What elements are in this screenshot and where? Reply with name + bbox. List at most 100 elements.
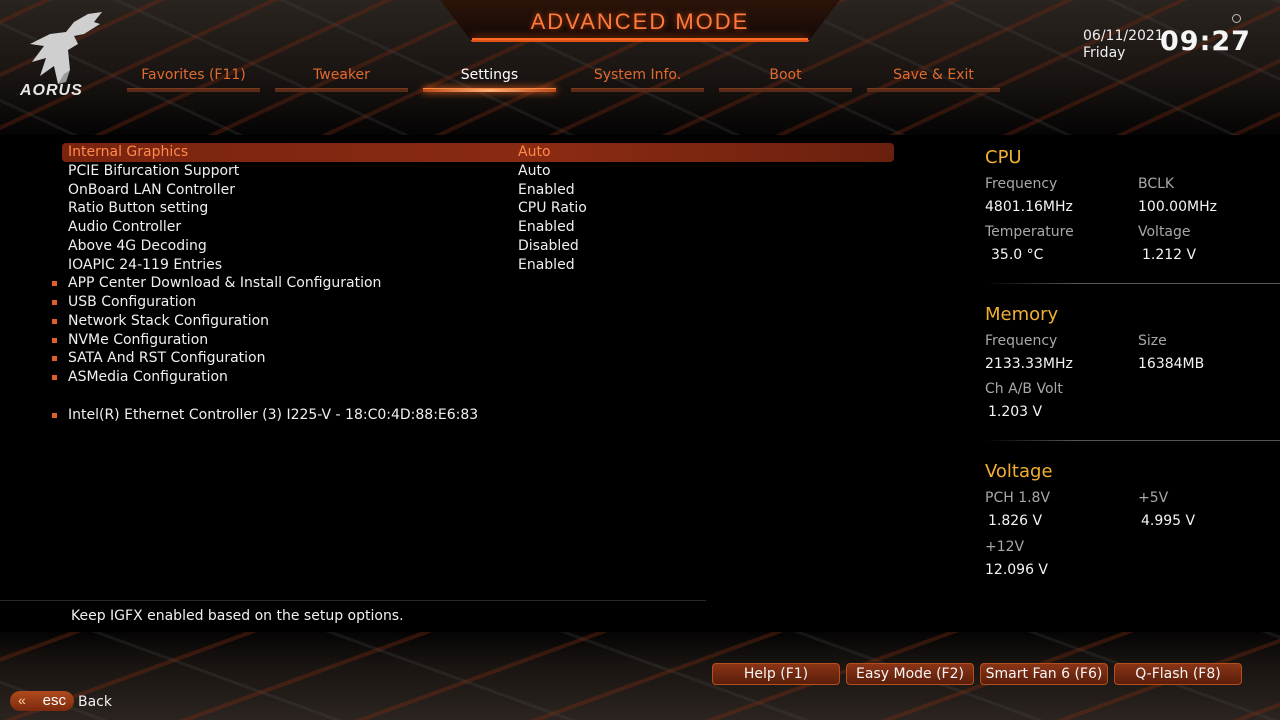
tab-save-exit[interactable]: Save & Exit [867, 64, 1000, 92]
tab-label: Save & Exit [893, 67, 974, 83]
setting-value[interactable]: Auto [518, 162, 551, 181]
submenu-label: APP Center Download & Install Configurat… [68, 275, 382, 292]
tab-tweaker[interactable]: Tweaker [275, 64, 408, 92]
tab-label: Boot [769, 67, 802, 83]
settings-list: Internal Graphics Auto PCIE Bifurcation … [52, 143, 894, 425]
submenu-network-stack[interactable]: Network Stack Configuration [52, 312, 894, 331]
cpu-voltage-value: 1.212 V [1142, 247, 1197, 263]
setting-onboard-lan[interactable]: OnBoard LAN Controller Enabled [62, 181, 894, 200]
submenu-label: NVMe Configuration [68, 331, 209, 348]
esc-label: esc [42, 692, 66, 709]
submenu-asmedia[interactable]: ASMedia Configuration [52, 368, 894, 387]
cpu-frequency-value: 4801.16MHz [985, 199, 1073, 215]
submenu-bullet-icon [52, 412, 57, 418]
setting-pcie-bifurcation[interactable]: PCIE Bifurcation Support Auto [62, 162, 894, 181]
time-display: 09:27 [1160, 26, 1251, 57]
cpu-title: CPU [985, 147, 1022, 168]
submenu-usb-configuration[interactable]: USB Configuration [52, 293, 894, 312]
smart-fan-button[interactable]: Smart Fan 6 (F6) [980, 663, 1108, 685]
submenu-bullet-icon [52, 318, 57, 324]
v12-value: 12.096 V [985, 562, 1049, 578]
setting-value[interactable]: CPU Ratio [518, 199, 587, 218]
cpu-temperature-value: 35.0 °C [991, 247, 1044, 263]
setting-above-4g-decoding[interactable]: Above 4G Decoding Disabled [62, 237, 894, 256]
tab-settings[interactable]: Settings [423, 64, 556, 92]
q-flash-button[interactable]: Q-Flash (F8) [1114, 663, 1242, 685]
cpu-panel: CPU Frequency BCLK 4801.16MHz 100.00MHz … [985, 147, 1280, 284]
cpu-frequency-label: Frequency [985, 176, 1058, 192]
page-title: ADVANCED MODE [530, 9, 750, 34]
v5-value: 4.995 V [1141, 513, 1196, 529]
cpu-bclk-value: 100.00MHz [1138, 199, 1217, 215]
tab-label: Favorites (F11) [141, 67, 246, 83]
tab-label: System Info. [593, 67, 682, 83]
setting-label: Above 4G Decoding [68, 237, 207, 254]
tab-label: Settings [460, 67, 519, 83]
submenu-sata-rst[interactable]: SATA And RST Configuration [52, 349, 894, 368]
back-label[interactable]: Back [78, 694, 112, 710]
memory-chab-value: 1.203 V [988, 404, 1043, 420]
tab-label: Tweaker [313, 67, 370, 83]
submenu-bullet-icon [52, 375, 57, 380]
voltage-title: Voltage [985, 461, 1053, 482]
submenu-label: USB Configuration [68, 294, 197, 310]
registered-mark-icon [1232, 14, 1241, 23]
pch-value: 1.826 V [988, 513, 1043, 529]
setting-audio-controller[interactable]: Audio Controller Enabled [62, 218, 894, 237]
submenu-label: SATA And RST Configuration [68, 350, 266, 367]
setting-internal-graphics[interactable]: Internal Graphics Auto [62, 143, 894, 162]
date-text: 06/11/2021 [1083, 28, 1164, 44]
setting-value[interactable]: Enabled [518, 256, 575, 275]
tab-favorites[interactable]: Favorites (F11) [127, 64, 260, 92]
setting-label: IOAPIC 24-119 Entries [68, 256, 223, 273]
setting-value[interactable]: Enabled [518, 181, 575, 200]
setting-label: Internal Graphics [68, 144, 189, 160]
setting-label: Ratio Button setting [68, 200, 209, 217]
panel-divider [985, 440, 1280, 441]
memory-title: Memory [985, 304, 1059, 325]
memory-panel: Memory Frequency Size 2133.33MHz 16384MB… [985, 304, 1280, 441]
memory-size-label: Size [1138, 333, 1167, 349]
submenu-bullet-icon [52, 281, 57, 287]
double-chevron-left-icon: « [18, 692, 26, 708]
submenu-app-center[interactable]: APP Center Download & Install Configurat… [52, 274, 894, 293]
v12-label: +12V [985, 539, 1025, 555]
submenu-bullet-icon [52, 337, 57, 343]
help-divider [0, 600, 706, 601]
day-text: Friday [1083, 45, 1126, 61]
cpu-voltage-label: Voltage [1138, 224, 1191, 240]
submenu-nvme-configuration[interactable]: NVMe Configuration [52, 331, 894, 350]
setting-label: OnBoard LAN Controller [68, 181, 235, 198]
submenu-label: Intel(R) Ethernet Controller (3) I225-V … [68, 406, 479, 423]
setting-value[interactable]: Disabled [518, 237, 579, 256]
esc-button[interactable]: « esc [10, 691, 74, 711]
memory-frequency-label: Frequency [985, 333, 1058, 349]
easy-mode-button[interactable]: Easy Mode (F2) [846, 663, 974, 685]
v5-label: +5V [1138, 490, 1169, 506]
memory-frequency-value: 2133.33MHz [985, 356, 1073, 372]
brand-logo-text: AORUS [20, 82, 83, 99]
tab-boot[interactable]: Boot [719, 64, 852, 92]
memory-chab-label: Ch A/B Volt [985, 381, 1063, 397]
tab-system-info[interactable]: System Info. [571, 64, 704, 92]
voltage-panel: Voltage PCH 1.8V +5V 1.826 V 4.995 V +12… [985, 461, 1280, 596]
submenu-bullet-icon [52, 356, 57, 362]
setting-ioapic-entries[interactable]: IOAPIC 24-119 Entries Enabled [62, 256, 894, 275]
submenu-bullet-icon [52, 300, 57, 305]
submenu-label: ASMedia Configuration [68, 369, 228, 385]
cpu-temperature-label: Temperature [985, 224, 1074, 240]
date-display: 06/11/2021 Friday [1083, 28, 1164, 62]
submenu-label: Network Stack Configuration [68, 312, 270, 329]
setting-ratio-button[interactable]: Ratio Button setting CPU Ratio [62, 199, 894, 218]
pch-label: PCH 1.8V [985, 490, 1051, 506]
setting-value[interactable]: Auto [518, 143, 551, 162]
cpu-bclk-label: BCLK [1138, 176, 1175, 192]
panel-divider [985, 283, 1280, 284]
setting-label: PCIE Bifurcation Support [68, 162, 240, 179]
setting-value[interactable]: Enabled [518, 218, 575, 237]
setting-label: Audio Controller [68, 219, 182, 235]
submenu-intel-ethernet[interactable]: Intel(R) Ethernet Controller (3) I225-V … [52, 406, 894, 425]
help-button[interactable]: Help (F1) [712, 663, 840, 685]
memory-size-value: 16384MB [1138, 356, 1205, 372]
